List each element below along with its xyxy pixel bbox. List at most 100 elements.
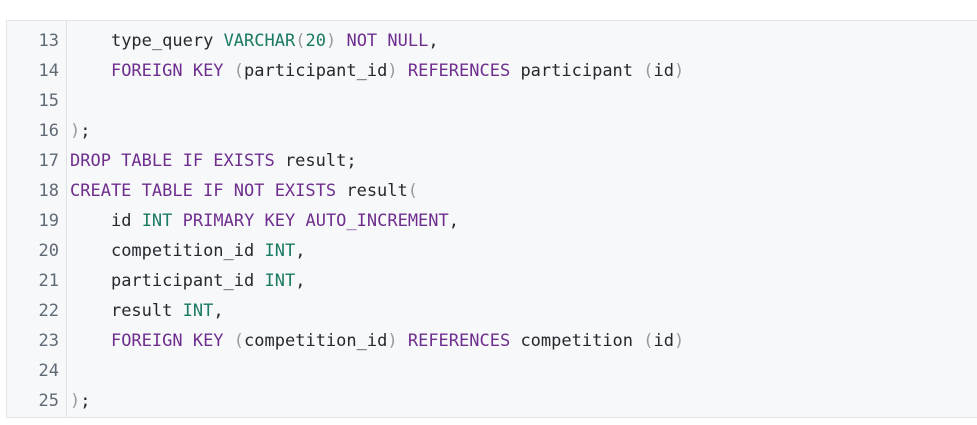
line-number: 19 — [38, 211, 59, 231]
code-token: INT — [182, 301, 214, 321]
code-token: , — [213, 301, 224, 321]
code-token: ) — [674, 331, 685, 351]
code-text: id INT PRIMARY KEY AUTO_INCREMENT, — [70, 206, 459, 236]
code-token: , — [295, 271, 306, 291]
code-token: competition — [510, 331, 644, 351]
code-token: , — [448, 211, 460, 231]
code-token: NOT NULL — [346, 31, 429, 51]
code-token: VARCHAR — [223, 31, 296, 51]
code-token: id — [110, 211, 132, 231]
line-number: 22 — [38, 301, 59, 321]
code-token: INT — [264, 271, 296, 291]
code-text: FOREIGN KEY (participant_id) REFERENCES … — [70, 56, 684, 86]
code-token: , — [295, 241, 306, 261]
code-line: 20 competition_id INT, — [7, 236, 977, 266]
code-token: ) — [387, 61, 398, 81]
code-token: ) — [674, 61, 685, 81]
code-text: ); — [70, 116, 91, 146]
code-token: result — [336, 181, 408, 201]
code-token: ( — [295, 31, 306, 51]
code-text: result INT, — [70, 296, 224, 326]
code-line: 24 — [7, 356, 977, 386]
line-number: 18 — [38, 181, 59, 201]
code-token: FOREIGN KEY — [110, 61, 224, 81]
code-token: REFERENCES — [407, 61, 511, 81]
code-token: , — [428, 31, 439, 51]
code-token: ) — [70, 121, 81, 141]
code-token: PRIMARY KEY AUTO_INCREMENT — [182, 211, 449, 231]
line-number: 13 — [38, 31, 59, 51]
line-number: 25 — [38, 391, 59, 411]
code-token: type_query — [110, 31, 214, 51]
code-line: 23 FOREIGN KEY (competition_id) REFERENC… — [7, 326, 977, 356]
line-number: 21 — [38, 271, 59, 291]
code-line: 19 id INT PRIMARY KEY AUTO_INCREMENT, — [7, 206, 977, 236]
code-token: result — [110, 301, 173, 321]
code-block: 13 type_query VARCHAR(20) NOT NULL, 14 FO… — [6, 20, 977, 418]
code-lines: 13 type_query VARCHAR(20) NOT NULL, 14 FO… — [7, 26, 977, 416]
code-token: participant_id — [110, 271, 255, 291]
code-token: INT — [141, 211, 173, 231]
code-token: CREATE TABLE IF NOT EXISTS — [70, 181, 337, 201]
code-token: REFERENCES — [407, 331, 511, 351]
line-number: 20 — [38, 241, 59, 261]
code-line: 25); — [7, 386, 977, 416]
code-token: ) — [325, 31, 337, 51]
code-text: ); — [70, 386, 91, 416]
code-line: 17 DROP TABLE IF EXISTS result; — [7, 146, 977, 176]
code-token: 20 — [305, 31, 326, 51]
code-line: 15 — [7, 86, 977, 116]
code-text: participant_id INT, — [70, 266, 306, 296]
line-number: 17 — [38, 151, 59, 171]
code-token: ( — [643, 61, 654, 81]
code-token: ; — [80, 391, 91, 411]
code-token: result; — [274, 151, 357, 171]
code-token: ) — [387, 331, 398, 351]
code-token: participant_id — [244, 61, 388, 81]
code-token: ; — [80, 121, 91, 141]
code-line: 13 type_query VARCHAR(20) NOT NULL, — [7, 26, 977, 56]
code-text: CREATE TABLE IF NOT EXISTS result( — [70, 176, 418, 206]
code-token: ( — [233, 61, 245, 81]
code-token: ( — [407, 181, 419, 201]
line-number: 23 — [38, 331, 59, 351]
code-token: ( — [233, 331, 245, 351]
code-text: DROP TABLE IF EXISTS result; — [70, 146, 357, 176]
code-text: FOREIGN KEY (competition_id) REFERENCES … — [70, 326, 684, 356]
code-token: INT — [264, 241, 296, 261]
code-line: 22 result INT, — [7, 296, 977, 326]
code-token: FOREIGN KEY — [110, 331, 224, 351]
code-token: participant — [510, 61, 644, 81]
line-number: 14 — [38, 61, 59, 81]
line-number: 16 — [38, 121, 59, 141]
line-number: 24 — [38, 361, 59, 381]
code-token: competition_id — [110, 241, 255, 261]
code-token: id — [653, 61, 674, 81]
code-line: 14 FOREIGN KEY (participant_id) REFERENC… — [7, 56, 977, 86]
code-token: ( — [643, 331, 654, 351]
code-token: id — [653, 331, 674, 351]
code-text: competition_id INT, — [70, 236, 306, 266]
code-token: competition_id — [244, 331, 388, 351]
line-number: 15 — [38, 91, 59, 111]
code-line: 18 CREATE TABLE IF NOT EXISTS result( — [7, 176, 977, 206]
code-line: 16); — [7, 116, 977, 146]
